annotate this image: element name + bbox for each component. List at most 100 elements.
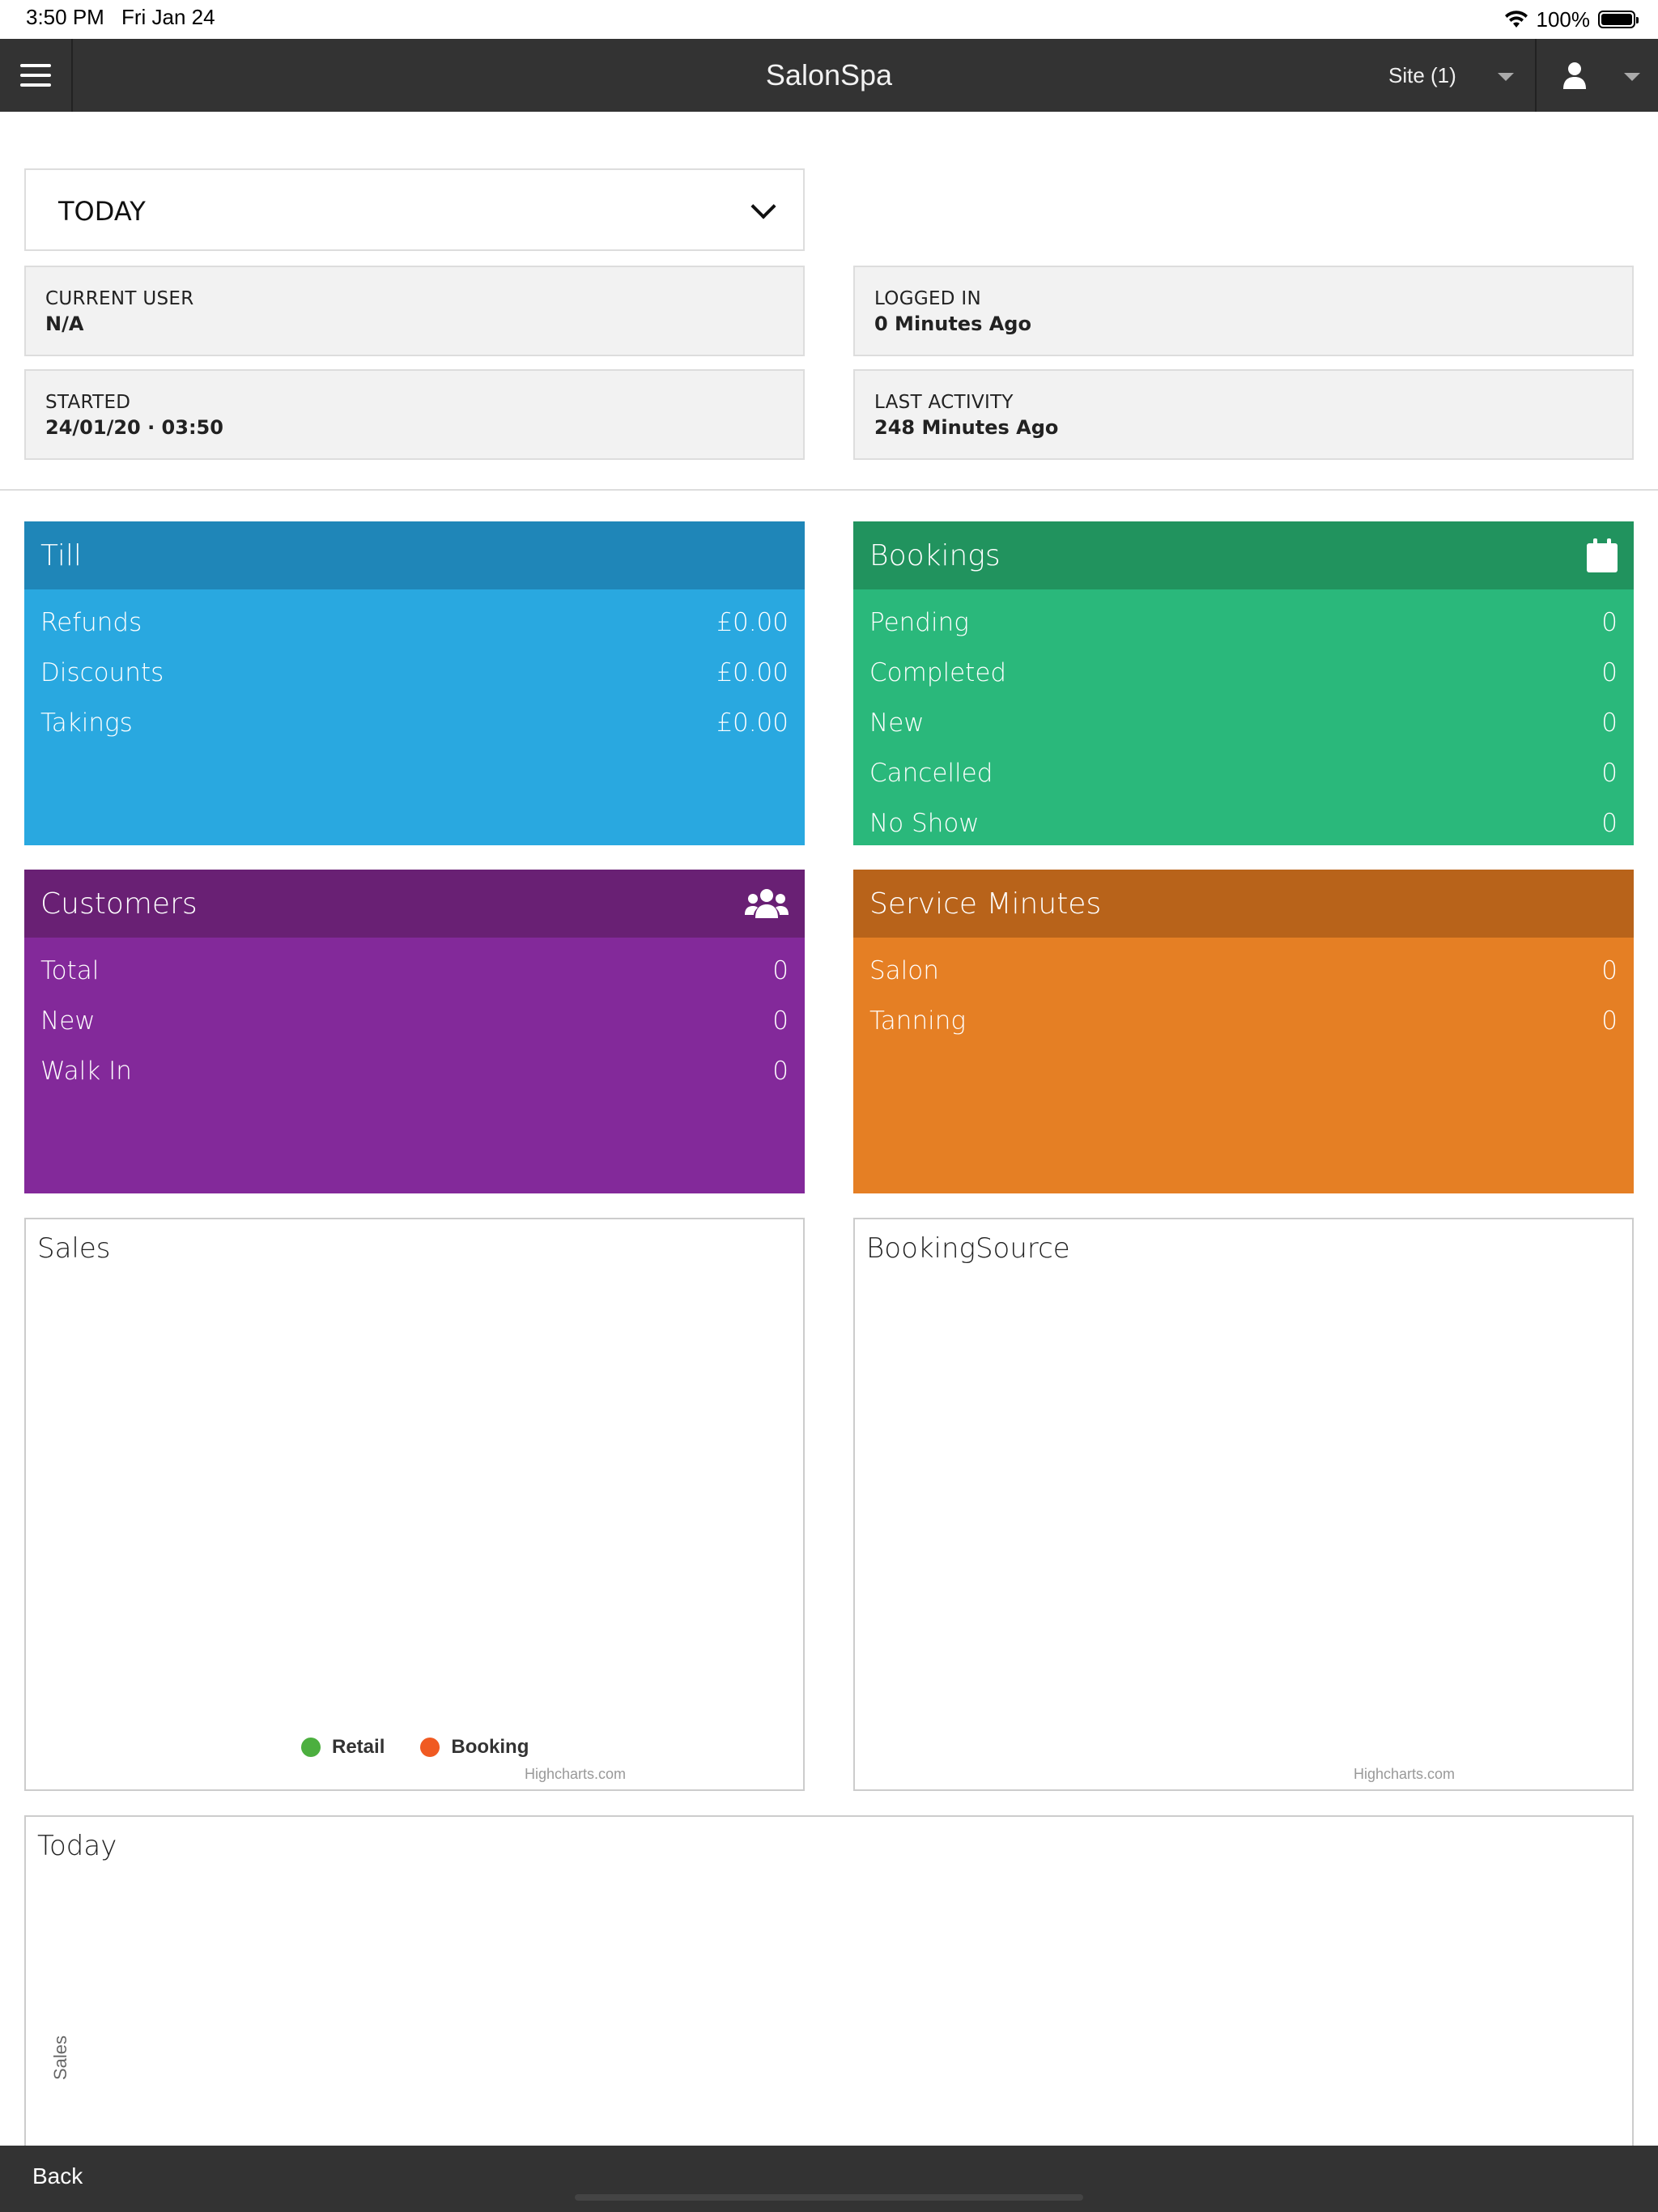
current-user-box: CURRENT USER N/A <box>24 266 805 356</box>
status-date: Fri Jan 24 <box>121 5 215 29</box>
row-value: £0.00 <box>716 708 789 738</box>
row-value: £0.00 <box>716 658 789 687</box>
legend-label: Booking <box>451 1736 529 1758</box>
bookings-title: Bookings <box>869 538 1001 572</box>
service-minutes-tile[interactable]: Service Minutes Salon 0 Tanning 0 <box>853 870 1634 1193</box>
logged-in-label: LOGGED IN <box>874 288 981 309</box>
today-chart-panel: Today Sales <box>24 1815 1634 2163</box>
calendar-icon <box>1587 538 1618 572</box>
legend-dot <box>301 1738 321 1757</box>
today-chart-y-axis-label: Sales <box>50 2035 70 2080</box>
row-label: New <box>40 1006 96 1036</box>
row-value: 0 <box>772 1057 789 1086</box>
last-activity-value: 248 Minutes Ago <box>874 416 1059 439</box>
menu-button[interactable] <box>0 39 73 112</box>
row-label: Discounts <box>40 658 164 687</box>
legend-dot <box>420 1738 440 1757</box>
till-row: Refunds £0.00 <box>40 598 789 648</box>
service-minutes-row: Salon 0 <box>869 946 1618 996</box>
customers-title: Customers <box>40 887 198 921</box>
started-box: STARTED 24/01/20 · 03:50 <box>24 369 805 460</box>
last-activity-box: LAST ACTIVITY 248 Minutes Ago <box>853 369 1634 460</box>
bookings-row: Completed 0 <box>869 648 1618 698</box>
row-value: 0 <box>1601 658 1618 687</box>
hamburger-icon <box>20 64 51 67</box>
users-icon <box>745 889 789 918</box>
sales-chart-panel: Sales Retail Booking Highcharts.com <box>24 1218 805 1791</box>
top-navigation: SalonSpa Site (1) <box>0 39 1658 112</box>
row-label: Tanning <box>869 1006 966 1036</box>
service-minutes-row: Tanning 0 <box>869 996 1618 1046</box>
row-label: Takings <box>40 708 133 738</box>
current-user-label: CURRENT USER <box>45 288 194 309</box>
wifi-icon <box>1504 11 1528 28</box>
caret-down-icon <box>1498 73 1514 81</box>
service-minutes-header: Service Minutes <box>853 870 1634 938</box>
row-label: Total <box>40 956 100 985</box>
legend-label: Retail <box>332 1736 385 1758</box>
current-user-value: N/A <box>45 313 84 335</box>
service-minutes-title: Service Minutes <box>869 887 1102 921</box>
customers-header: Customers <box>24 870 805 938</box>
till-header: Till <box>24 521 805 589</box>
row-label: Pending <box>869 608 969 637</box>
section-divider <box>0 489 1658 491</box>
chart-credits-link[interactable]: Highcharts.com <box>525 1766 626 1783</box>
battery-icon <box>1598 11 1639 28</box>
period-select-value: TODAY <box>58 196 146 227</box>
row-value: 0 <box>772 1006 789 1036</box>
row-label: Refunds <box>40 608 142 637</box>
battery-percent: 100% <box>1536 6 1591 32</box>
status-bar: 3:50 PM Fri Jan 24 100% <box>0 0 1658 39</box>
booking-source-chart-panel: BookingSource Highcharts.com <box>853 1218 1634 1791</box>
bookings-row: Pending 0 <box>869 598 1618 648</box>
booking-source-chart-title: BookingSource <box>866 1232 1070 1265</box>
bookings-row: Cancelled 0 <box>869 748 1618 798</box>
status-time: 3:50 PM <box>26 5 104 29</box>
row-label: Walk In <box>40 1057 132 1086</box>
row-label: No Show <box>869 809 980 838</box>
started-label: STARTED <box>45 392 131 413</box>
site-select-label: Site (1) <box>1388 62 1456 87</box>
started-value: 24/01/20 · 03:50 <box>45 416 223 439</box>
till-row: Discounts £0.00 <box>40 648 789 698</box>
customers-row: Total 0 <box>40 946 789 996</box>
sales-chart-legend: Retail Booking <box>301 1736 546 1759</box>
last-activity-label: LAST ACTIVITY <box>874 392 1014 413</box>
user-menu[interactable] <box>1538 39 1658 112</box>
logged-in-box: LOGGED IN 0 Minutes Ago <box>853 266 1634 356</box>
till-tile[interactable]: Till Refunds £0.00 Discounts £0.00 Takings… <box>24 521 805 845</box>
bookings-row: No Show 0 <box>869 798 1618 845</box>
row-value: 0 <box>1601 608 1618 637</box>
back-button[interactable]: Back <box>32 2163 83 2189</box>
chevron-down-icon <box>750 194 776 219</box>
bottom-bar: Back <box>0 2146 1658 2212</box>
row-label: Cancelled <box>869 759 993 788</box>
status-right: 100% <box>1504 5 1639 34</box>
sales-chart-title: Sales <box>37 1232 111 1265</box>
row-label: New <box>869 708 925 738</box>
till-title: Till <box>40 538 82 572</box>
chart-credits-link[interactable]: Highcharts.com <box>1354 1766 1455 1783</box>
row-value: 0 <box>1601 759 1618 788</box>
bookings-header: Bookings <box>853 521 1634 589</box>
period-select[interactable]: TODAY <box>24 168 805 251</box>
legend-item-booking[interactable]: Booking <box>420 1736 529 1759</box>
row-value: 0 <box>772 956 789 985</box>
customers-row: New 0 <box>40 996 789 1046</box>
legend-item-retail[interactable]: Retail <box>301 1736 385 1759</box>
customers-tile[interactable]: Customers Total 0 New 0 Walk In 0 <box>24 870 805 1193</box>
row-value: 0 <box>1601 956 1618 985</box>
row-value: 0 <box>1601 708 1618 738</box>
bookings-tile[interactable]: Bookings Pending 0 Completed 0 New 0 Cancel… <box>853 521 1634 845</box>
caret-down-icon <box>1624 73 1640 81</box>
row-label: Salon <box>869 956 939 985</box>
bookings-row: New 0 <box>869 698 1618 748</box>
till-row: Takings £0.00 <box>40 698 789 748</box>
user-icon <box>1563 62 1586 89</box>
site-select[interactable]: Site (1) <box>1368 39 1537 112</box>
row-value: 0 <box>1601 1006 1618 1036</box>
row-value: £0.00 <box>716 608 789 637</box>
home-indicator[interactable] <box>575 2194 1083 2201</box>
row-label: Completed <box>869 658 1007 687</box>
